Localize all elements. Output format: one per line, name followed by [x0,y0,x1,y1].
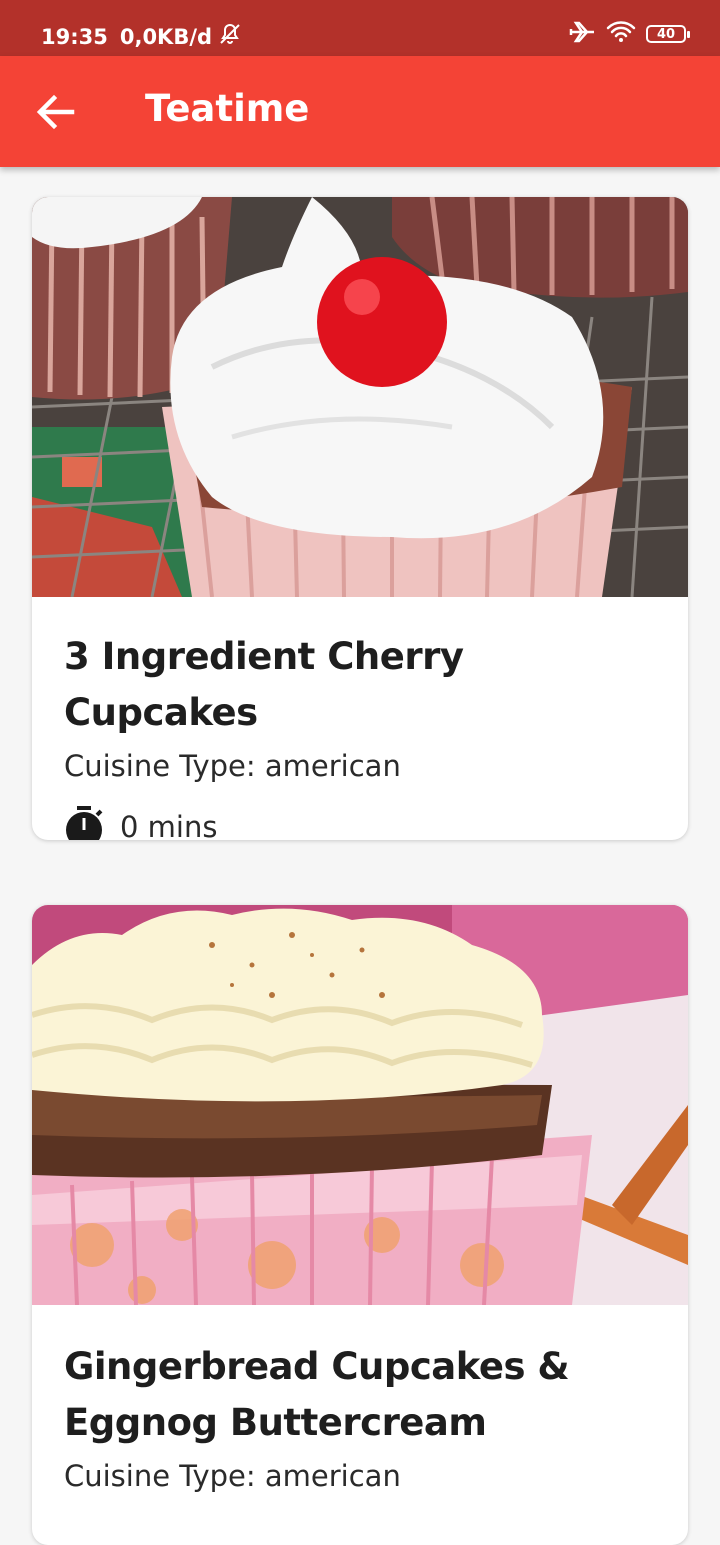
arrow-left-icon [36,94,75,130]
recipe-card[interactable]: Gingerbread Cupcakes & Eggnog Buttercrea… [32,905,688,1545]
recipe-cuisine: Cuisine Type: american [64,749,401,783]
recipe-cuisine: Cuisine Type: american [64,1459,401,1493]
recipe-image [32,197,688,597]
page-title: Teatime [145,87,310,130]
network-speed: 0,0KB/d [119,24,213,49]
mute-bell-icon [218,22,242,51]
clock: 19:35 [41,24,108,49]
recipe-time: 0 mins [120,810,218,840]
airplane-icon [568,20,596,48]
status-bar: 19:35 0,0KB/d 40 [0,0,720,56]
timer-icon [66,806,103,840]
back-button[interactable] [30,86,82,138]
recipe-time-row: 0 mins [64,805,656,840]
status-right: 40 [568,20,690,48]
wifi-icon [606,20,636,48]
recipe-title: Gingerbread Cupcakes & Eggnog Buttercrea… [64,1345,570,1444]
battery-level: 40 [656,26,676,42]
recipe-card-body: Gingerbread Cupcakes & Eggnog Buttercrea… [32,1339,688,1493]
recipe-image [32,905,688,1305]
recipe-card[interactable]: 3 Ingredient Cherry Cupcakes Cuisine Typ… [32,197,688,840]
recipe-card-body: 3 Ingredient Cherry Cupcakes Cuisine Typ… [32,629,688,840]
recipe-title: 3 Ingredient Cherry Cupcakes [64,635,464,734]
app-bar: Teatime [0,56,720,167]
battery-icon: 40 [646,25,690,43]
status-left: 19:35 0,0KB/d [41,22,242,51]
